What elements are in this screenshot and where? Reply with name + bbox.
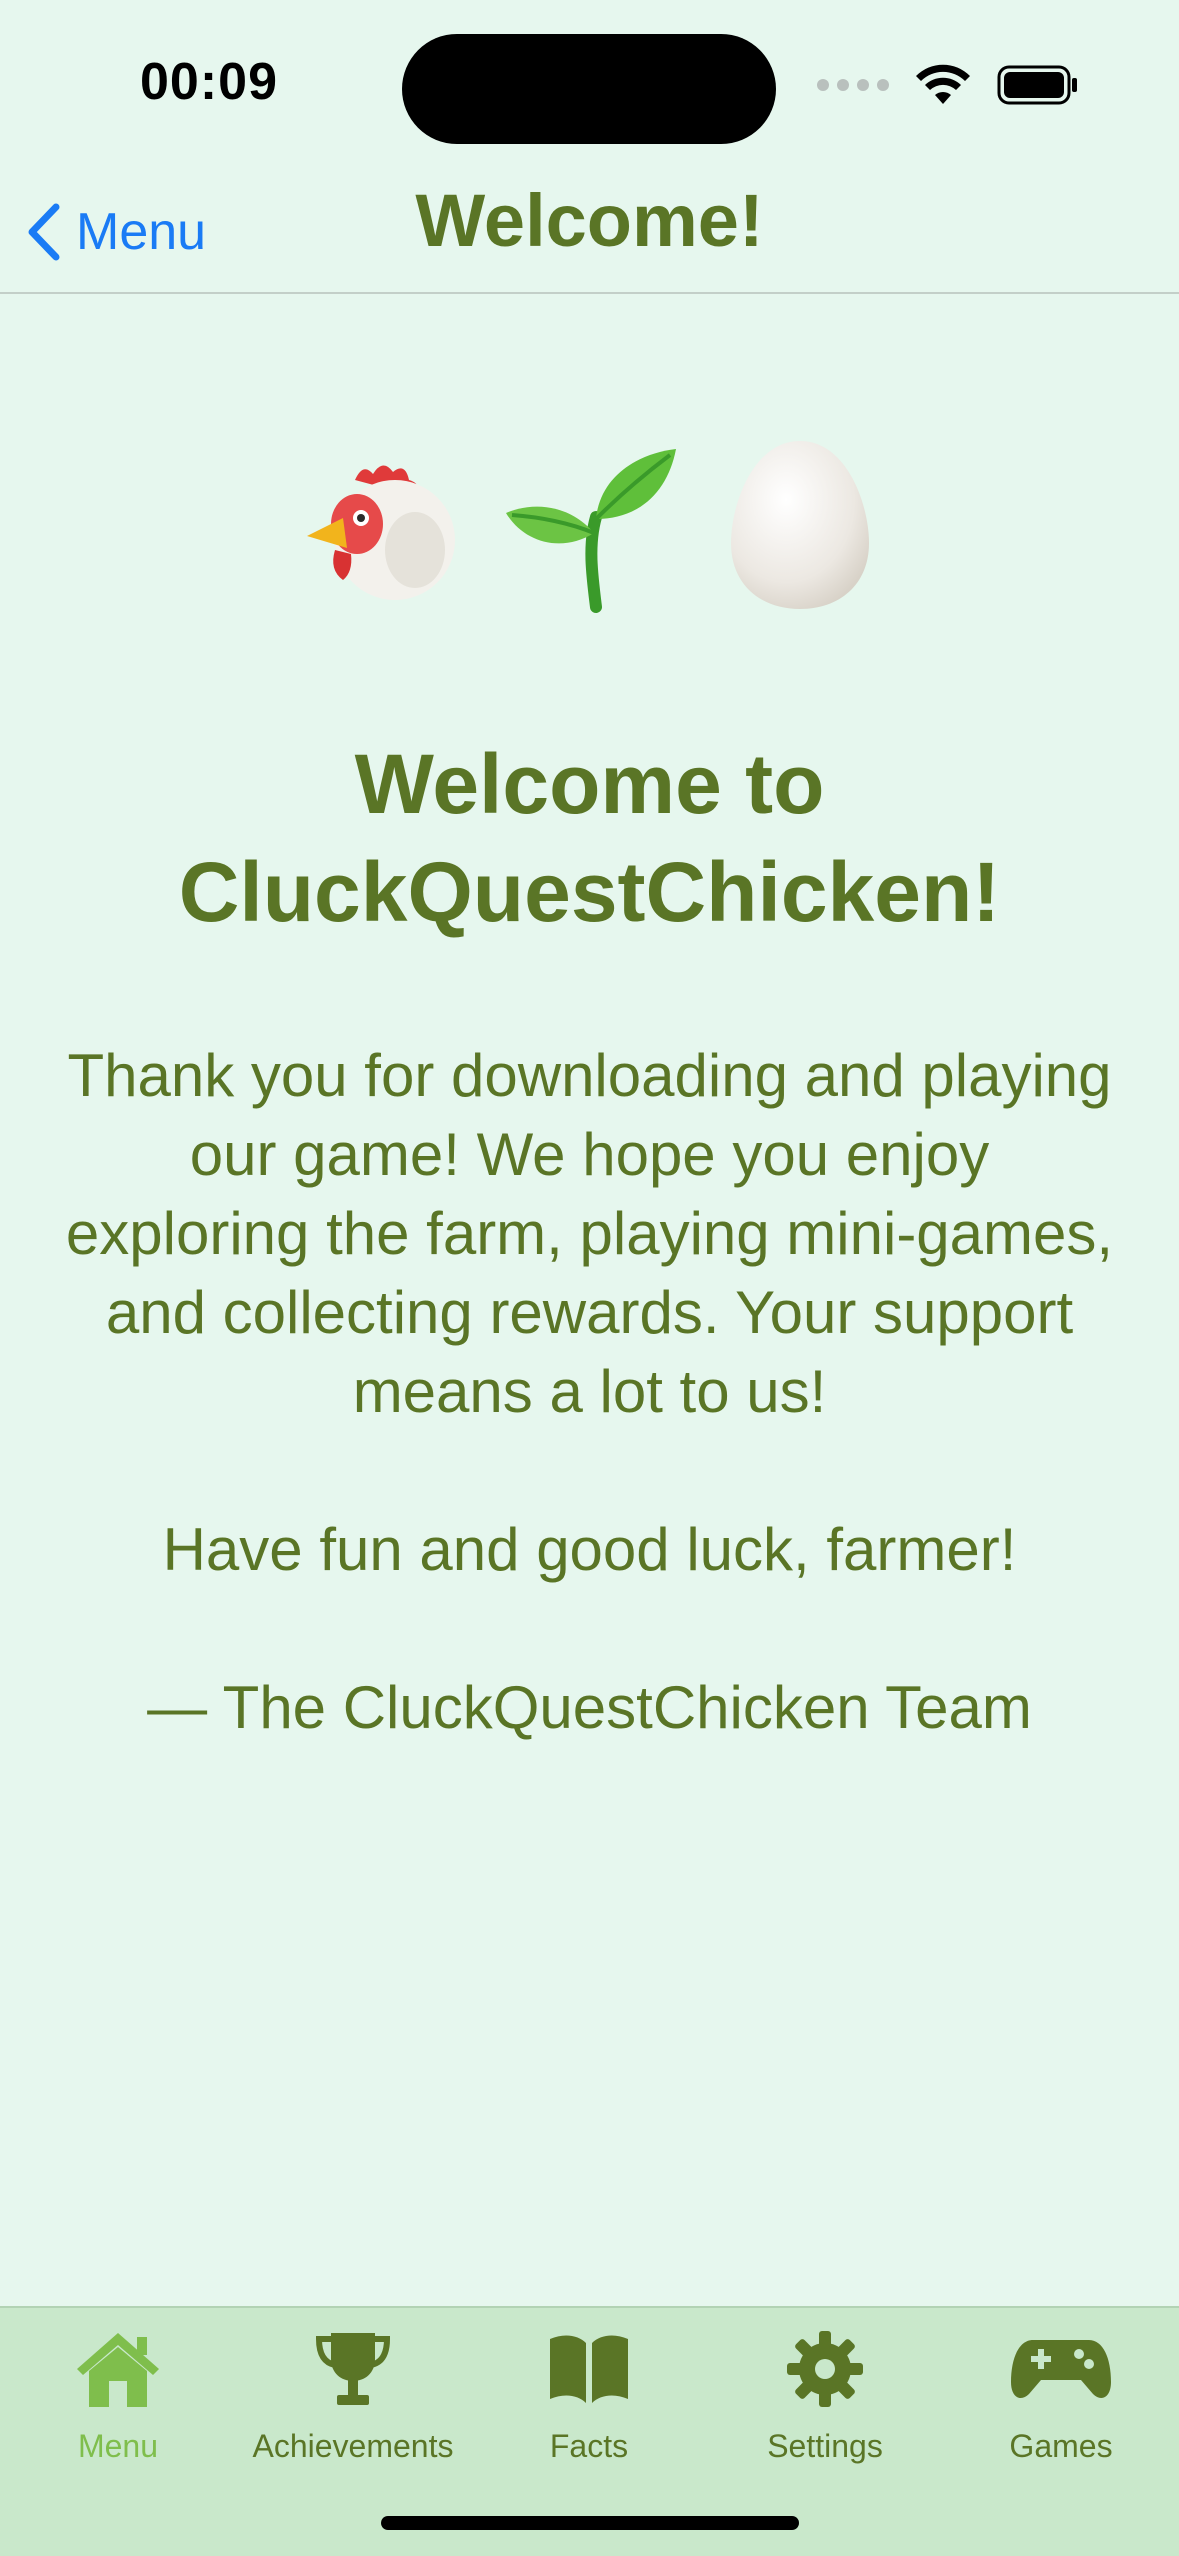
- tab-menu[interactable]: Menu: [0, 2324, 236, 2494]
- headline-line-1: Welcome to: [354, 737, 825, 831]
- emoji-row: [0, 430, 1179, 620]
- welcome-message: Thank you for downloading and playing ou…: [60, 1036, 1119, 1747]
- good-luck-text: Have fun and good luck, farmer!: [162, 1516, 1017, 1583]
- trophy-icon: [298, 2324, 408, 2414]
- tab-games[interactable]: Games: [943, 2324, 1179, 2494]
- seedling-icon: [495, 430, 685, 620]
- gamepad-icon: [1006, 2324, 1116, 2414]
- signature-text: — The CluckQuestChicken Team: [147, 1674, 1032, 1741]
- egg-icon: [705, 430, 895, 620]
- tab-label: Achievements: [252, 2428, 454, 2464]
- house-icon: [63, 2324, 173, 2414]
- tab-label: Facts: [549, 2428, 629, 2464]
- home-indicator[interactable]: [381, 2516, 799, 2530]
- wifi-icon: [916, 64, 970, 104]
- status-time: 00:09: [140, 53, 278, 111]
- page-title: Welcome!: [415, 179, 764, 262]
- tab-label: Menu: [77, 2428, 159, 2464]
- welcome-headline: Welcome to CluckQuestChicken!: [60, 730, 1119, 946]
- tab-label: Games: [1009, 2428, 1113, 2464]
- headline-line-2: CluckQuestChicken!: [178, 845, 1001, 939]
- screen: 00:09 Menu Welcome! Welcome to CluckQues…: [0, 0, 1179, 2556]
- thank-you-paragraph: Thank you for downloading and playing ou…: [65, 1042, 1114, 1425]
- book-icon: [534, 2324, 644, 2414]
- gear-icon: [770, 2324, 880, 2414]
- chicken-icon: [285, 430, 475, 620]
- tab-facts[interactable]: Facts: [471, 2324, 707, 2494]
- tab-label: Settings: [767, 2428, 883, 2464]
- status-icons: [817, 64, 1079, 106]
- dynamic-island: [402, 34, 776, 144]
- signal-icon: [817, 79, 889, 91]
- battery-icon: [997, 65, 1077, 105]
- navigation-bar: Menu Welcome!: [0, 170, 1179, 294]
- tab-settings[interactable]: Settings: [707, 2324, 943, 2494]
- tab-achievements[interactable]: Achievements: [235, 2324, 471, 2494]
